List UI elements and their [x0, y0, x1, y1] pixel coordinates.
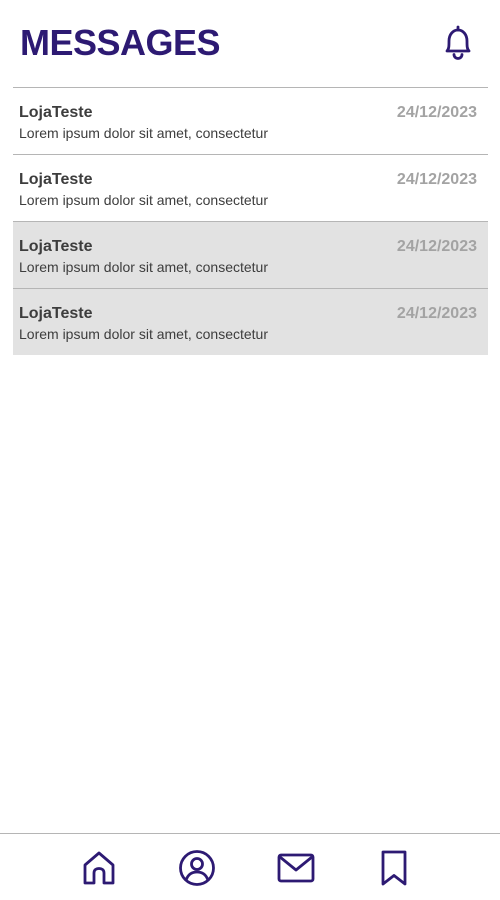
- message-sender: LojaTeste: [19, 171, 93, 188]
- message-preview: Lorem ipsum dolor sit amet, consectetur: [19, 259, 268, 275]
- message-sender: LojaTeste: [19, 238, 93, 255]
- message-row[interactable]: LojaTeste Lorem ipsum dolor sit amet, co…: [13, 155, 488, 222]
- message-sender: LojaTeste: [19, 104, 93, 121]
- bell-icon[interactable]: [440, 24, 476, 62]
- page-title: MESSAGES: [20, 22, 221, 63]
- message-date: 24/12/2023: [396, 171, 477, 188]
- message-date: 24/12/2023: [396, 104, 477, 121]
- home-icon[interactable]: [79, 848, 119, 888]
- message-preview: Lorem ipsum dolor sit amet, consectetur: [19, 326, 268, 342]
- message-date: 24/12/2023: [396, 305, 477, 322]
- profile-icon[interactable]: [177, 848, 217, 888]
- message-date: 24/12/2023: [396, 238, 477, 255]
- message-row[interactable]: LojaTeste Lorem ipsum dolor sit amet, co…: [13, 222, 488, 289]
- message-preview: Lorem ipsum dolor sit amet, consectetur: [19, 192, 268, 208]
- mail-icon[interactable]: [276, 848, 316, 888]
- header: MESSAGES: [0, 0, 500, 86]
- message-preview: Lorem ipsum dolor sit amet, consectetur: [19, 125, 268, 141]
- messages-screen: MESSAGES LojaTeste Lorem ipsum dolor sit…: [0, 0, 500, 900]
- message-row[interactable]: LojaTeste Lorem ipsum dolor sit amet, co…: [13, 289, 488, 355]
- bookmark-icon[interactable]: [374, 848, 414, 888]
- message-row[interactable]: LojaTeste Lorem ipsum dolor sit amet, co…: [13, 88, 488, 155]
- bottom-nav: [0, 833, 500, 900]
- message-list: LojaTeste Lorem ipsum dolor sit amet, co…: [13, 87, 488, 355]
- message-sender: LojaTeste: [19, 305, 93, 322]
